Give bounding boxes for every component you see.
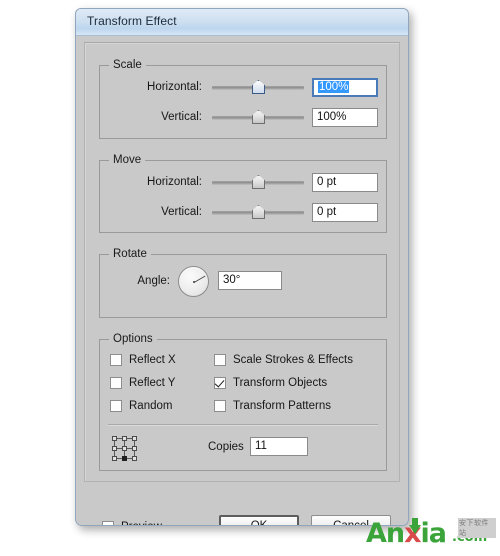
checkbox-label: Random [129,400,173,412]
checkbox-box[interactable] [214,354,226,366]
checkbox-random[interactable]: Random [110,397,172,415]
slider-handle-shape [252,205,265,219]
refpoint-top-left[interactable] [112,436,117,441]
screenshot-root: Transform Effect Scale Horizontal: 100% … [0,0,500,556]
watermark-part1: An [366,518,405,549]
checkbox-box[interactable] [102,521,114,525]
checkbox-label: Scale Strokes & Effects [233,354,353,366]
options-group-legend: Options [109,333,157,345]
dialog-body: Scale Horizontal: 100% Vertical: 100% Mo… [76,36,408,525]
scale-horizontal-value: 100% [318,81,350,93]
angle-dial[interactable] [178,266,209,297]
move-horizontal-label: Horizontal: [147,176,202,188]
dialog-inner-panel: Scale Horizontal: 100% Vertical: 100% Mo… [84,42,400,482]
move-vertical-input[interactable]: 0 pt [312,203,378,222]
checkbox-preview[interactable]: Preview [102,518,162,525]
checkbox-label: Transform Objects [233,377,328,389]
refpoint-middle-left[interactable] [112,446,117,451]
slider-handle-shape [252,80,265,94]
rotate-group-legend: Rotate [109,248,151,260]
slider-handle[interactable] [252,205,265,219]
checkbox-box[interactable] [214,377,226,389]
scale-horizontal-row: Horizontal: 100% [100,78,386,98]
slider-handle-shape [252,175,265,189]
move-vertical-slider[interactable] [212,203,304,223]
checkbox-box[interactable] [110,354,122,366]
slider-handle[interactable] [252,175,265,189]
slider-handle-shape [252,110,265,124]
watermark-part2: ia [420,518,448,549]
move-horizontal-row: Horizontal: 0 pt [100,173,386,193]
dialog-titlebar[interactable]: Transform Effect [76,9,408,36]
checkbox-reflect-x[interactable]: Reflect X [110,351,176,369]
refpoint-middle-center[interactable] [122,446,127,451]
angle-dial-hub [192,280,195,283]
checkbox-label: Preview [121,521,162,525]
dialog-title: Transform Effect [87,14,177,28]
move-vertical-row: Vertical: 0 pt [100,203,386,223]
scale-vertical-label: Vertical: [161,111,202,123]
rotate-angle-label-wrap: Angle: [106,272,170,292]
move-horizontal-input[interactable]: 0 pt [312,173,378,192]
watermark-text: Anxia [366,518,448,549]
scale-vertical-input[interactable]: 100% [312,108,378,127]
rotate-group: Rotate Angle: 30° [99,248,387,318]
refpoint-bottom-left[interactable] [112,456,117,461]
refpoint-bottom-right[interactable] [132,456,137,461]
scale-horizontal-label-wrap: Horizontal: [106,78,202,98]
refpoint-top-center[interactable] [122,436,127,441]
ok-button[interactable]: OK [219,515,299,525]
scale-vertical-slider[interactable] [212,108,304,128]
rotate-angle-row: Angle: 30° [100,266,386,297]
slider-handle[interactable] [252,80,265,94]
rotate-angle-input[interactable]: 30° [218,271,282,290]
move-group: Move Horizontal: 0 pt Vertical: 0 pt [99,154,387,233]
refpoint-middle-right[interactable] [132,446,137,451]
checkbox-label: Reflect Y [129,377,176,389]
rotate-angle-label: Angle: [137,275,170,287]
checkbox-label: Transform Patterns [233,400,331,412]
scale-horizontal-input[interactable]: 100% [312,78,378,97]
move-vertical-label-wrap: Vertical: [106,203,202,223]
watermark-download-arrow-icon [409,525,421,534]
checkbox-box[interactable] [110,377,122,389]
checkbox-transform-objects[interactable]: Transform Objects [214,374,327,392]
refpoint-bottom-center[interactable] [122,456,127,461]
scale-group-legend: Scale [109,59,146,71]
options-group: Options Reflect X Reflect Y Random Scale… [99,333,387,471]
watermark-chinese-text: 安下软件站 [458,518,496,538]
copies-input[interactable]: 11 [250,437,308,456]
watermark: Anxia .com 安下软件站 [366,516,496,552]
scale-group: Scale Horizontal: 100% Vertical: 100% [99,59,387,139]
angle-dial-needle [193,275,206,283]
scale-horizontal-slider[interactable] [212,78,304,98]
checkbox-reflect-y[interactable]: Reflect Y [110,374,175,392]
move-vertical-label: Vertical: [161,206,202,218]
scale-vertical-row: Vertical: 100% [100,108,386,128]
checkbox-box[interactable] [110,400,122,412]
transform-effect-dialog: Transform Effect Scale Horizontal: 100% … [75,8,409,526]
checkbox-transform-patterns[interactable]: Transform Patterns [214,397,331,415]
scale-vertical-label-wrap: Vertical: [106,108,202,128]
copies-label: Copies [208,441,244,453]
options-divider [108,424,378,426]
checkbox-label: Reflect X [129,354,176,366]
move-horizontal-slider[interactable] [212,173,304,193]
scale-horizontal-label: Horizontal: [147,81,202,93]
reference-point-grid-icon[interactable] [112,436,137,461]
checkbox-box[interactable] [214,400,226,412]
checkbox-scale-strokes-effects[interactable]: Scale Strokes & Effects [214,351,353,369]
move-horizontal-label-wrap: Horizontal: [106,173,202,193]
refpoint-top-right[interactable] [132,436,137,441]
slider-handle[interactable] [252,110,265,124]
move-group-legend: Move [109,154,146,166]
